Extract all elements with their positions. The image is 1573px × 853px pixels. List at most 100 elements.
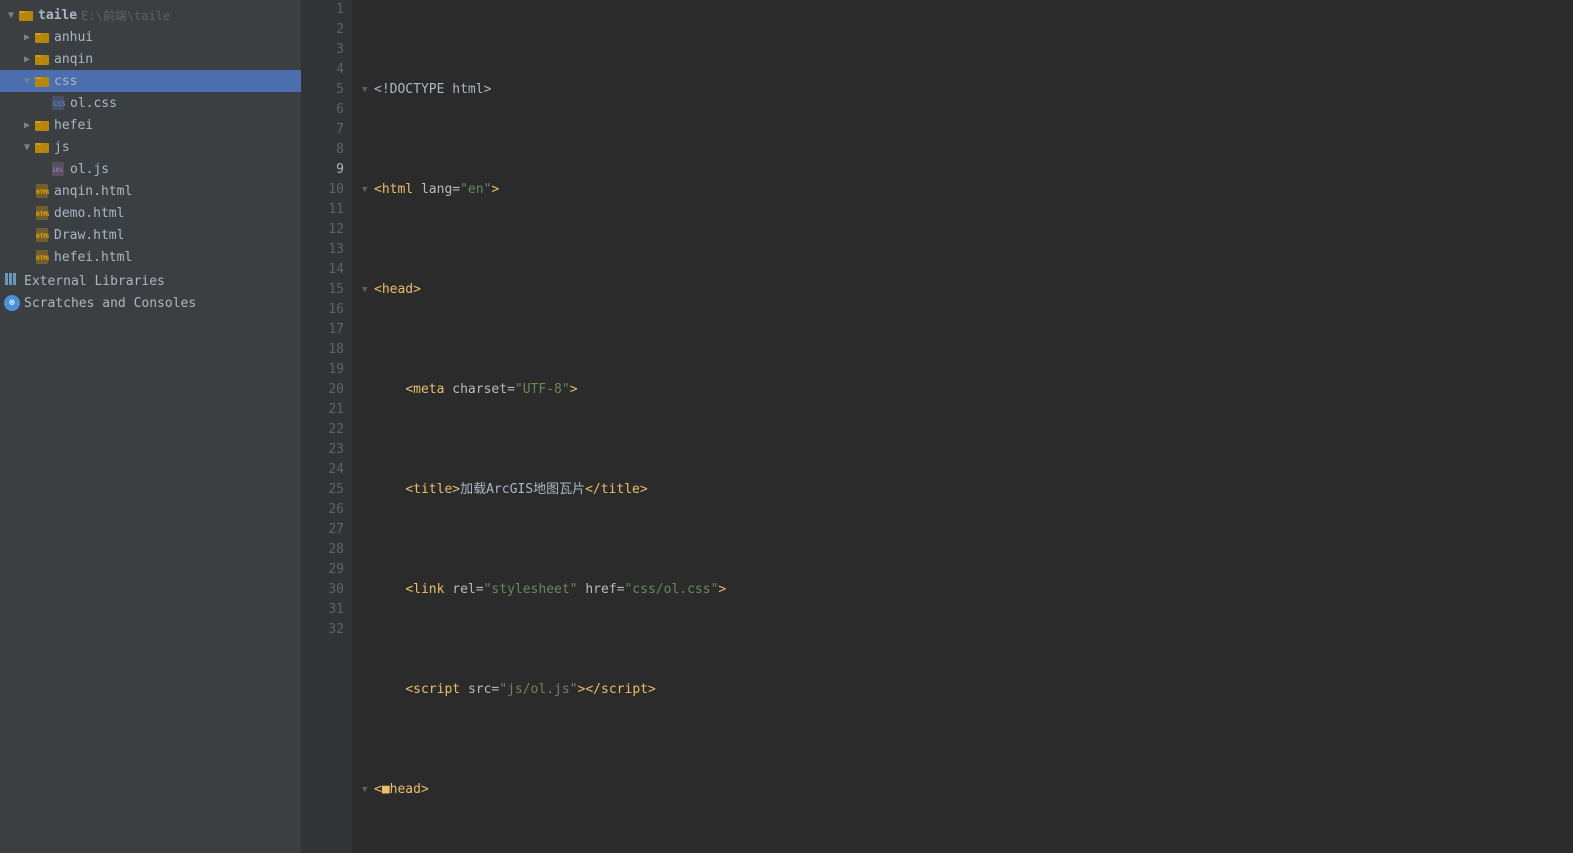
expand-arrow-js: ▼ xyxy=(20,140,34,154)
line-num-1: 1 xyxy=(302,0,344,20)
line-num-28: 28 xyxy=(302,540,344,560)
line-num-16: 16 xyxy=(302,300,344,320)
tree-label-ol-js: ol.js xyxy=(70,162,109,177)
line-num-15: 15 xyxy=(302,280,344,300)
folder-icon-hefei xyxy=(34,117,50,133)
expand-arrow-anqin: ▶ xyxy=(20,52,34,66)
line-num-26: 26 xyxy=(302,500,344,520)
line-num-27: 27 xyxy=(302,520,344,540)
tree-label-draw-html: Draw.html xyxy=(54,228,124,243)
file-icon-ol-js: 101 xyxy=(50,161,66,177)
line-num-13: 13 xyxy=(302,240,344,260)
tree-item-hefei[interactable]: ▶ hefei xyxy=(0,114,301,136)
tree-item-anqin-html[interactable]: ▶ HTML anqin.html xyxy=(0,180,301,202)
tree-item-js[interactable]: ▼ js xyxy=(0,136,301,158)
spacer-ol-css: ▶ xyxy=(36,96,50,110)
line-num-14: 14 xyxy=(302,260,344,280)
file-icon-hefei-html: HTML xyxy=(34,249,50,265)
fold-6: ▼ xyxy=(362,580,374,600)
folder-icon-anhui xyxy=(34,29,50,45)
folder-icon-taile xyxy=(18,7,34,23)
spacer-anqin-html: ▶ xyxy=(20,184,34,198)
svg-text:HTML: HTML xyxy=(36,189,49,196)
spacer-demo-html: ▶ xyxy=(20,206,34,220)
tree-item-anhui[interactable]: ▶ anhui xyxy=(0,26,301,48)
fold-2[interactable]: ▼ xyxy=(362,180,374,200)
tree-item-demo-html[interactable]: ▶ HTML demo.html xyxy=(0,202,301,224)
editor-panel: 1 2 3 4 5 6 7 8 9 10 11 12 13 14 15 16 1… xyxy=(302,0,1573,853)
spacer-ol-js: ▶ xyxy=(36,162,50,176)
line-num-3: 3 xyxy=(302,40,344,60)
line-num-23: 23 xyxy=(302,440,344,460)
code-line-3: ▼ <head> xyxy=(362,280,1573,300)
line-num-12: 12 xyxy=(302,220,344,240)
code-line-2: ▼ <html lang = "en" > xyxy=(362,180,1573,200)
svg-text:CSS: CSS xyxy=(53,100,65,108)
line-num-8: 8 xyxy=(302,140,344,160)
line-num-9: 9 xyxy=(302,160,344,180)
file-tree: ▼ taile E:\前端\taile ▶ anhui ▶ anqin ▼ xyxy=(0,0,301,853)
file-icon-ol-css: CSS xyxy=(50,95,66,111)
file-icon-demo-html: HTML xyxy=(34,205,50,221)
tree-label-anhui: anhui xyxy=(54,30,93,45)
line-num-7: 7 xyxy=(302,120,344,140)
tree-path-taile: E:\前端\taile xyxy=(81,7,170,24)
tree-label-hefei-html: hefei.html xyxy=(54,250,132,265)
line-num-21: 21 xyxy=(302,400,344,420)
svg-text:101: 101 xyxy=(52,167,63,174)
scratches-consoles-label: Scratches and Consoles xyxy=(24,296,196,311)
folder-icon-anqin xyxy=(34,51,50,67)
expand-arrow-css: ▼ xyxy=(20,74,34,88)
spacer-hefei-html: ▶ xyxy=(20,250,34,264)
fold-4: ▼ xyxy=(362,380,374,400)
tree-label-css: css xyxy=(54,74,77,89)
tree-item-anqin[interactable]: ▶ anqin xyxy=(0,48,301,70)
line-num-32: 32 xyxy=(302,620,344,640)
tree-label-js: js xyxy=(54,140,70,155)
tree-label-anqin: anqin xyxy=(54,52,93,67)
svg-text:HTML: HTML xyxy=(36,233,49,240)
file-icon-draw-html: HTML xyxy=(34,227,50,243)
fold-3[interactable]: ▼ xyxy=(362,280,374,300)
fold-7: ▼ xyxy=(362,680,374,700)
line-numbers: 1 2 3 4 5 6 7 8 9 10 11 12 13 14 15 16 1… xyxy=(302,0,352,853)
folder-icon-js xyxy=(34,139,50,155)
line-num-5: 5 xyxy=(302,80,344,100)
expand-arrow-taile: ▼ xyxy=(4,8,18,22)
svg-text:HTML: HTML xyxy=(36,255,49,262)
line-num-30: 30 xyxy=(302,580,344,600)
line-num-17: 17 xyxy=(302,320,344,340)
scratches-consoles-item[interactable]: ⊙ Scratches and Consoles xyxy=(0,292,301,314)
tree-item-hefei-html[interactable]: ▶ HTML hefei.html xyxy=(0,246,301,268)
line-num-25: 25 xyxy=(302,480,344,500)
file-icon-anqin-html: HTML xyxy=(34,183,50,199)
external-libraries-icon xyxy=(4,271,20,291)
code-editor[interactable]: ▼ <!DOCTYPE html> ▼ <html lang = "en" > … xyxy=(352,0,1573,853)
tree-item-taile[interactable]: ▼ taile E:\前端\taile xyxy=(0,4,301,26)
tree-label-anqin-html: anqin.html xyxy=(54,184,132,199)
fold-1[interactable]: ▼ xyxy=(362,80,374,100)
external-libraries-item[interactable]: External Libraries xyxy=(0,270,301,292)
tree-item-ol-js[interactable]: ▶ 101 ol.js xyxy=(0,158,301,180)
svg-text:HTML: HTML xyxy=(36,211,49,218)
fold-8[interactable]: ▼ xyxy=(362,780,374,800)
folder-icon-css xyxy=(34,73,50,89)
tree-item-css[interactable]: ▼ css xyxy=(0,70,301,92)
line-num-2: 2 xyxy=(302,20,344,40)
code-line-8: ▼ < ■ head> xyxy=(362,780,1573,800)
tree-label-taile: taile xyxy=(38,8,77,23)
tree-item-ol-css[interactable]: ▶ CSS ol.css xyxy=(0,92,301,114)
line-num-20: 20 xyxy=(302,380,344,400)
line-num-4: 4 xyxy=(302,60,344,80)
line-num-6: 6 xyxy=(302,100,344,120)
tree-label-hefei: hefei xyxy=(54,118,93,133)
line-num-29: 29 xyxy=(302,560,344,580)
fold-5: ▼ xyxy=(362,480,374,500)
tree-item-draw-html[interactable]: ▶ HTML Draw.html xyxy=(0,224,301,246)
code-line-7: ▼ <script src = "js/ol.js" ></script> xyxy=(362,680,1573,700)
expand-arrow-hefei: ▶ xyxy=(20,118,34,132)
code-line-1: ▼ <!DOCTYPE html> xyxy=(362,80,1573,100)
line-num-31: 31 xyxy=(302,600,344,620)
tree-label-ol-css: ol.css xyxy=(70,96,117,111)
line-num-18: 18 xyxy=(302,340,344,360)
